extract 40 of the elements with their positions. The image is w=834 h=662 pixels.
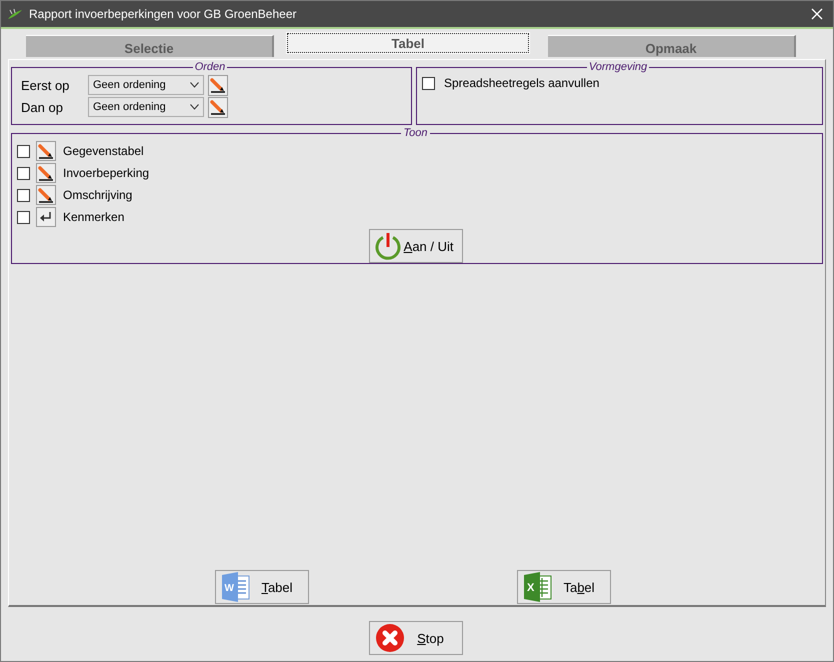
enter-button[interactable] xyxy=(36,207,56,227)
field-label: Eerst op xyxy=(20,78,70,92)
edit-button[interactable] xyxy=(208,96,228,118)
edit-button[interactable] xyxy=(36,163,56,183)
pencil-icon xyxy=(38,187,54,203)
spreadsheet-export-button[interactable]: X Tabel xyxy=(517,570,611,604)
chevron-down-icon xyxy=(190,82,199,88)
checkbox-label: Kenmerken xyxy=(63,210,124,224)
pencil-icon xyxy=(210,99,226,115)
checkbox-label: Omschrijving xyxy=(63,188,132,202)
checkbox-label: Spreadsheetregels aanvullen xyxy=(444,76,600,90)
leaf-logo-icon xyxy=(7,8,23,20)
field-label: Dan op xyxy=(20,100,64,114)
power-icon xyxy=(374,232,402,260)
dropdown[interactable]: Geen ordening xyxy=(88,97,204,117)
window-title: Rapport invoerbeperkingen voor GB GroenBeheer xyxy=(29,7,298,21)
group-title: Toon xyxy=(402,129,429,138)
checkbox[interactable] xyxy=(17,188,30,202)
checkbox[interactable] xyxy=(17,144,30,158)
edit-button[interactable] xyxy=(36,141,56,161)
pencil-icon xyxy=(38,143,54,159)
enter-arrow-icon xyxy=(39,211,53,223)
pencil-icon xyxy=(210,77,226,93)
edit-button[interactable] xyxy=(208,74,228,96)
edit-button[interactable] xyxy=(36,185,56,205)
pencil-icon xyxy=(38,165,54,181)
group-title: Vormgeving xyxy=(588,63,648,72)
close-icon xyxy=(374,623,404,653)
chevron-down-icon xyxy=(190,104,199,110)
document-export-button[interactable]: W Tabel xyxy=(215,570,309,604)
group-title: Orden xyxy=(194,63,226,72)
tab[interactable]: Tabel xyxy=(287,33,529,53)
checkbox[interactable] xyxy=(422,76,435,90)
checkbox-label: Invoerbeperking xyxy=(63,166,150,180)
stop-button[interactable]: Stop xyxy=(368,621,462,655)
checkbox-label: Gegevenstabel xyxy=(63,144,144,158)
checkbox[interactable] xyxy=(17,210,30,224)
checkbox[interactable] xyxy=(17,166,30,180)
power-button[interactable]: Aan / Uit xyxy=(368,229,462,263)
dropdown[interactable]: Geen ordening xyxy=(88,75,204,95)
